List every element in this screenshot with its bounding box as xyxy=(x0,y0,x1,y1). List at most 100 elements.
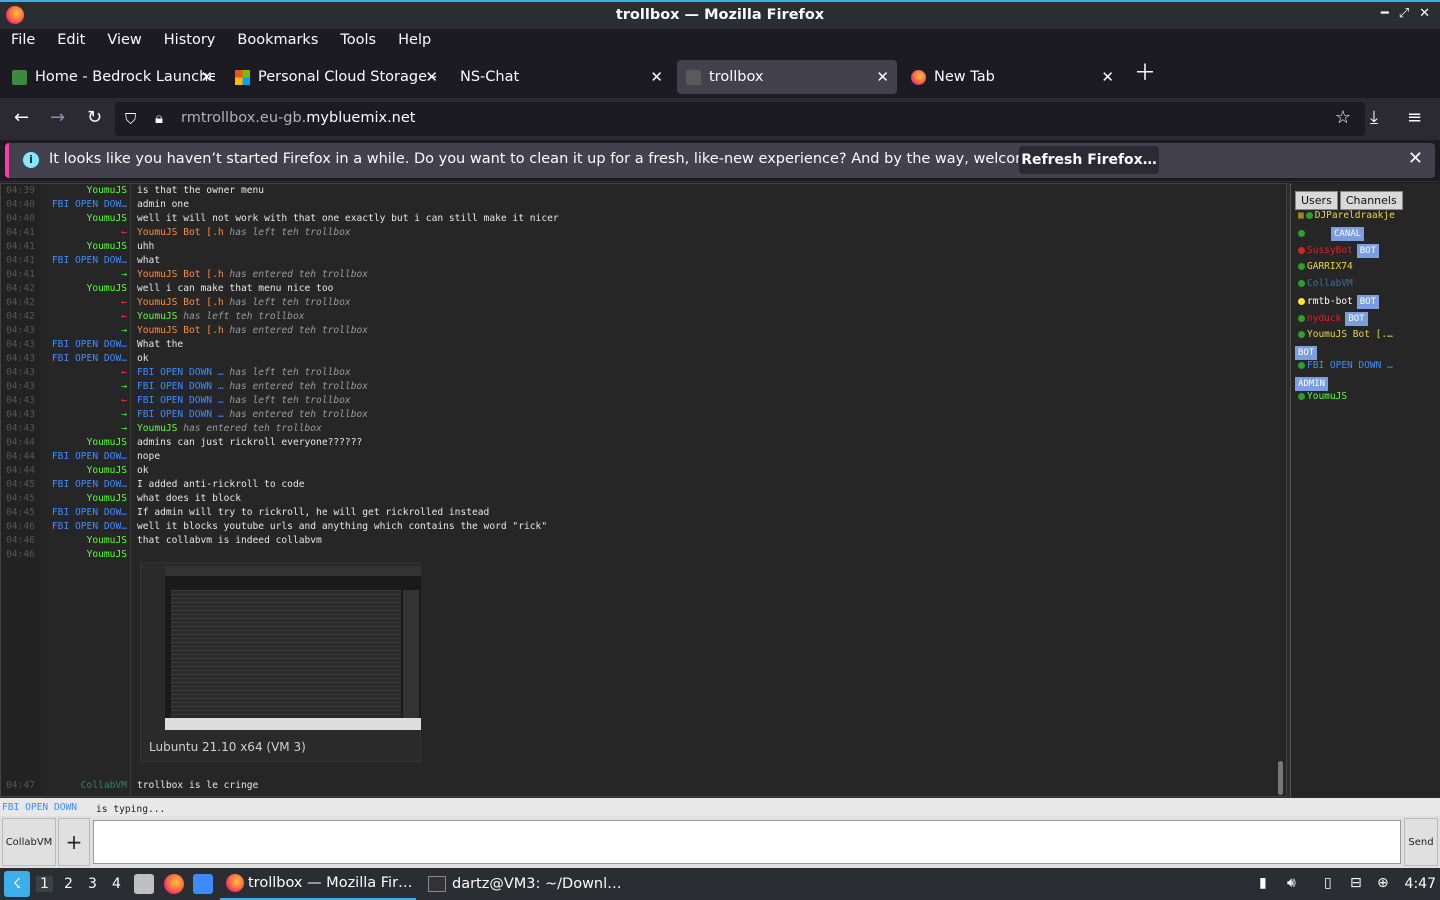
tab-close-icon[interactable]: ✕ xyxy=(876,68,889,86)
menu-history[interactable]: History xyxy=(153,29,227,54)
reload-icon[interactable]: ↻ xyxy=(87,107,102,128)
chat-log[interactable]: 04:39 YoumuJS is that the owner menu 04:40 F… xyxy=(0,183,1287,797)
start-menu-icon[interactable]: ☇ xyxy=(4,871,30,897)
message-author[interactable]: FBI OPEN DOW… xyxy=(39,479,127,490)
desktop-2[interactable]: 2 xyxy=(64,876,73,892)
user-list-item[interactable]: YoumuJS xyxy=(1298,391,1347,402)
desktop-3[interactable]: 3 xyxy=(88,876,97,892)
menu-edit[interactable]: Edit xyxy=(46,29,96,54)
task-firefox[interactable]: trollbox — Mozilla Fir… xyxy=(220,868,416,900)
room-selector[interactable]: CollabVM xyxy=(2,818,56,866)
clipboard-icon[interactable]: ▯ xyxy=(1324,875,1332,891)
desktop-4[interactable]: 4 xyxy=(112,876,121,892)
file-manager-icon[interactable] xyxy=(134,874,154,894)
message-author[interactable]: ← xyxy=(39,297,127,308)
message-author[interactable]: FBI OPEN DOW… xyxy=(39,353,127,364)
user-list-item[interactable]: GARRIX74 xyxy=(1298,261,1353,272)
forward-icon[interactable]: → xyxy=(50,107,65,128)
add-button[interactable]: + xyxy=(58,818,90,866)
new-tab-button[interactable]: ＋ xyxy=(1134,63,1156,85)
chat-row: 04:40 FBI OPEN DOW… admin one xyxy=(1,199,1271,213)
bookmark-star-icon[interactable]: ☆ xyxy=(1335,107,1351,128)
tab-trollbox[interactable]: trollbox ✕ xyxy=(677,60,897,94)
message-author[interactable]: YoumuJS xyxy=(39,493,127,504)
message-author[interactable]: FBI OPEN DOW… xyxy=(39,451,127,462)
message-author[interactable]: ← xyxy=(39,395,127,406)
hamburger-menu-icon[interactable]: ≡ xyxy=(1407,107,1422,128)
message-author[interactable]: YoumuJS xyxy=(39,437,127,448)
user-list-item[interactable]: nyduck BOT xyxy=(1298,312,1368,326)
message-author[interactable]: ← xyxy=(39,367,127,378)
tab-ns-chat[interactable]: NS-Chat ✕ xyxy=(451,60,671,94)
tab-close-icon[interactable]: ✕ xyxy=(1101,68,1114,86)
tab-cloud-storage[interactable]: Personal Cloud Storage - ✕ xyxy=(226,60,440,94)
message-author[interactable]: → xyxy=(39,423,127,434)
message-author[interactable]: YoumuJS xyxy=(39,213,127,224)
send-button[interactable]: Send xyxy=(1404,818,1438,866)
tab-close-icon[interactable]: ✕ xyxy=(425,68,438,86)
chat-scrollbar[interactable] xyxy=(1278,761,1283,795)
message-author[interactable]: YoumuJS xyxy=(39,283,127,294)
message-author[interactable]: FBI OPEN DOW… xyxy=(39,507,127,518)
message-author[interactable]: YoumuJS xyxy=(39,241,127,252)
lock-icon[interactable]: 🔒︎ xyxy=(155,109,163,127)
user-list-item[interactable]: CANAL xyxy=(1298,227,1365,241)
user-list-item[interactable]: CollabVM xyxy=(1298,278,1353,289)
embed-screenshot[interactable] xyxy=(165,566,421,730)
tab-new-tab[interactable]: New Tab ✕ xyxy=(902,60,1122,94)
battery-icon[interactable]: ▮ xyxy=(1259,875,1267,891)
menu-tools[interactable]: Tools xyxy=(329,29,387,54)
refresh-firefox-button[interactable]: Refresh Firefox… xyxy=(1019,146,1159,174)
maximize-button[interactable]: ⤢ xyxy=(1399,6,1409,21)
menu-help[interactable]: Help xyxy=(387,29,442,54)
desktop-show-icon[interactable] xyxy=(193,874,213,894)
url-text[interactable]: rmtrollbox.eu-gb.mybluemix.net xyxy=(181,110,415,126)
message-author[interactable]: ← xyxy=(39,311,127,322)
volume-icon[interactable]: 🔊︎ xyxy=(1287,875,1296,891)
menu-file[interactable]: File xyxy=(0,29,46,54)
task-terminal[interactable]: dartz@VM3: ~/Downl… xyxy=(424,868,624,900)
menu-bookmarks[interactable]: Bookmarks xyxy=(226,29,329,54)
message-author[interactable]: YoumuJS xyxy=(39,465,127,476)
close-window-button[interactable]: ✕ xyxy=(1419,6,1430,21)
user-list-item[interactable]: SussyBot BOT xyxy=(1298,244,1380,258)
message-author[interactable]: YoumuJS xyxy=(39,535,127,546)
message-author[interactable]: FBI OPEN DOW… xyxy=(39,199,127,210)
message-text: If admin will try to rickroll, he will g… xyxy=(137,507,490,518)
user-list-item[interactable]: rmtb-bot BOT xyxy=(1298,295,1380,309)
tab-users[interactable]: Users xyxy=(1295,191,1338,210)
message-author[interactable]: ← xyxy=(39,227,127,238)
tab-bedrock[interactable]: Home - Bedrock Launcher ✕ xyxy=(3,60,215,94)
message-author[interactable]: FBI OPEN DOW… xyxy=(39,339,127,350)
network-icon[interactable]: ⊟ xyxy=(1350,875,1362,891)
message-author[interactable]: FBI OPEN DOW… xyxy=(39,521,127,532)
notification-icon[interactable]: ⊕ xyxy=(1377,875,1389,891)
minimize-button[interactable]: ━ xyxy=(1381,6,1389,21)
trollbox-page: 04:39 YoumuJS is that the owner menu 04:40 F… xyxy=(0,183,1440,868)
message-author[interactable]: YoumuJS xyxy=(39,185,127,196)
message-author[interactable]: → xyxy=(39,325,127,336)
firefox-launcher-icon[interactable] xyxy=(164,874,184,894)
message-author[interactable]: YoumuJS xyxy=(39,549,127,560)
tab-close-icon[interactable]: ✕ xyxy=(650,68,663,86)
user-badge: BOT xyxy=(1356,244,1380,258)
message-author[interactable]: FBI OPEN DOW… xyxy=(39,255,127,266)
tab-channels[interactable]: Channels xyxy=(1339,191,1403,210)
clock[interactable]: 4:47 xyxy=(1405,876,1436,892)
tab-close-icon[interactable]: ✕ xyxy=(200,68,213,86)
close-notification-icon[interactable]: ✕ xyxy=(1408,148,1423,169)
downloads-icon[interactable]: ⤓ xyxy=(1370,107,1378,128)
back-icon[interactable]: ← xyxy=(14,107,29,128)
image-embed[interactable]: Lubuntu 21.10 x64 (VM 3) xyxy=(140,562,421,762)
desktop-1[interactable]: 1 xyxy=(36,876,53,892)
menu-view[interactable]: View xyxy=(96,29,152,54)
user-list-item[interactable]: YoumuJS Bot [.… xyxy=(1298,329,1393,340)
message-input[interactable] xyxy=(93,820,1401,864)
user-list-item[interactable]: FBI OPEN DOWN … xyxy=(1298,360,1393,371)
tracking-shield-icon[interactable]: ⛉ xyxy=(125,110,136,128)
message-author[interactable]: → xyxy=(39,269,127,280)
url-bar[interactable]: ⛉ 🔒︎ rmtrollbox.eu-gb.mybluemix.net ☆ xyxy=(115,102,1365,136)
user-list-item[interactable]: ▦ DJPareldraakje xyxy=(1298,210,1395,221)
message-author[interactable]: → xyxy=(39,381,127,392)
message-author[interactable]: → xyxy=(39,409,127,420)
